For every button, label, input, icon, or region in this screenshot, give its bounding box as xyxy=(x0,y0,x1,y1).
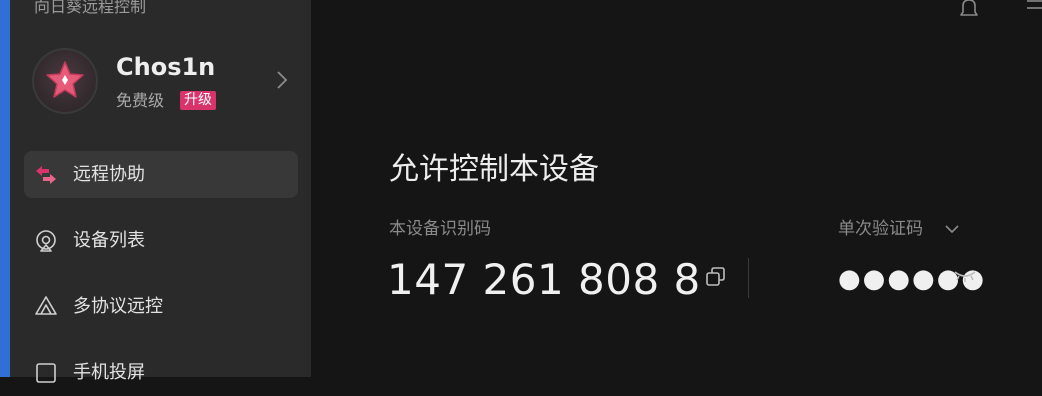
verification-code-label[interactable]: 单次验证码 xyxy=(838,218,923,240)
sidebar-item-label: 设备列表 xyxy=(73,230,145,251)
sidebar-item-multi-protocol[interactable]: 多协议远控 xyxy=(24,283,298,330)
eye-closed-icon[interactable] xyxy=(953,268,977,286)
avatar[interactable] xyxy=(32,48,98,114)
multi-protocol-icon xyxy=(35,296,57,315)
menu-icon[interactable] xyxy=(1027,0,1042,16)
user-profile-card[interactable]: Chos1n 免费级 升级 xyxy=(32,46,302,120)
copy-icon[interactable] xyxy=(705,266,727,290)
account-tier: 免费级 xyxy=(116,91,165,110)
chevron-right-icon[interactable] xyxy=(276,70,288,90)
section-title: 允许控制本设备 xyxy=(389,152,599,187)
divider xyxy=(748,258,749,298)
sidebar-item-label: 手机投屏 xyxy=(73,362,145,383)
sidebar-item-phone-mirror[interactable]: 手机投屏 xyxy=(24,349,298,396)
bell-icon[interactable] xyxy=(957,0,981,20)
device-id-label: 本设备识别码 xyxy=(389,219,491,239)
phone-mirror-icon xyxy=(36,363,56,383)
star-avatar-icon xyxy=(46,61,84,98)
remote-assist-icon xyxy=(36,166,56,184)
sidebar-item-label: 多协议远控 xyxy=(73,296,163,317)
sidebar-item-device-list[interactable]: 设备列表 xyxy=(24,217,298,264)
window-accent-strip xyxy=(0,0,10,377)
username: Chos1n xyxy=(116,53,216,81)
chevron-down-icon[interactable] xyxy=(944,223,960,235)
sidebar: 向日葵远程控制 Chos1n 免费级 升级 远程协助 设备列表 多协议远控 手机… xyxy=(10,0,311,383)
device-list-icon xyxy=(36,230,56,252)
device-id-value: 147 261 808 8 xyxy=(387,255,701,304)
sidebar-item-remote-assist[interactable]: 远程协助 xyxy=(24,151,298,198)
main-panel: 允许控制本设备 本设备识别码 147 261 808 8 单次验证码 ●●●●●… xyxy=(311,0,1042,377)
sidebar-item-label: 远程协助 xyxy=(73,164,145,185)
app-title: 向日葵远程控制 xyxy=(34,0,147,16)
upgrade-badge[interactable]: 升级 xyxy=(180,91,216,110)
